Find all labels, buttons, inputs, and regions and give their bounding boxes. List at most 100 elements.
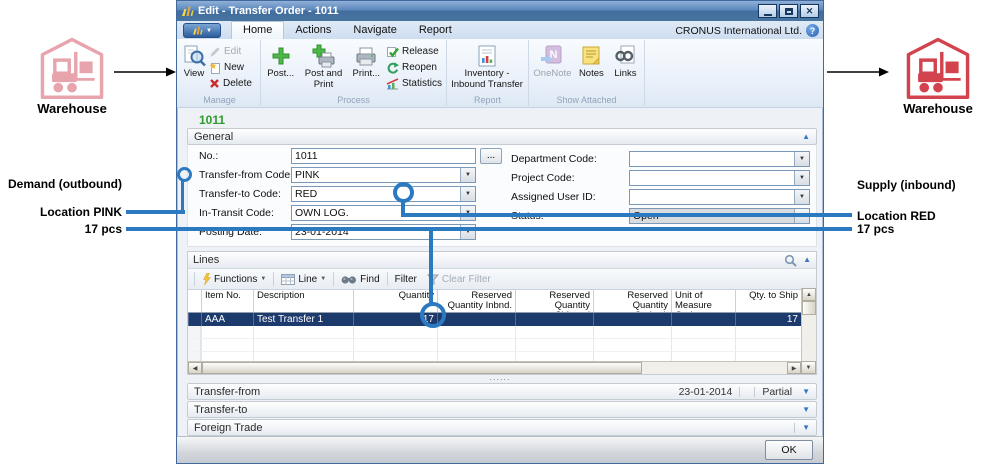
dropdown-icon[interactable]: ▼	[460, 187, 475, 201]
transfer-to-code-field[interactable]: RED▼	[291, 186, 476, 202]
cell-reserved-qty-outbnd[interactable]	[593, 313, 671, 326]
company-name: CRONUS International Ltd.	[675, 25, 802, 37]
cell-description[interactable]: Test Transfer 1	[253, 313, 353, 326]
assigned-user-id-field[interactable]: ▼	[629, 189, 810, 205]
notes-button[interactable]: Notes	[574, 41, 609, 82]
dropdown-icon[interactable]: ▼	[794, 190, 809, 204]
onenote-button[interactable]: N OneNote	[531, 41, 574, 82]
cell-reserved-qty-shipped[interactable]	[515, 313, 593, 326]
ribbon-group-show-attached: N OneNote Notes Links Show Attached	[529, 40, 645, 106]
expand-foreign-trade-icon[interactable]: ▼	[802, 424, 810, 432]
scroll-up-icon[interactable]: ▲	[802, 288, 816, 301]
demand-outbound-label: Demand (outbound)	[0, 177, 122, 191]
collapse-general-icon[interactable]: ▲	[802, 133, 810, 141]
minimize-button[interactable]	[758, 4, 777, 18]
post-and-print-button[interactable]: Post and Print	[298, 41, 348, 92]
title-bar[interactable]: Edit - Transfer Order - 1011 ✕	[177, 1, 823, 21]
ribbon-tab-strip: ▼ Home Actions Navigate Report CRONUS In…	[177, 21, 823, 39]
record-id-heading: 1011	[199, 113, 225, 127]
table-row-empty[interactable]	[188, 339, 816, 352]
tab-report[interactable]: Report	[408, 22, 463, 39]
red-qty-label: 17 pcs	[857, 222, 894, 236]
col-description[interactable]: Description	[253, 290, 353, 312]
maximize-button[interactable]	[779, 4, 798, 18]
no-assist-button[interactable]: ...	[480, 148, 502, 164]
general-fasttab-header[interactable]: General ▲	[187, 128, 817, 145]
minimize-icon	[764, 14, 772, 16]
transfer-to-code-label: Transfer-to Code:	[199, 186, 281, 202]
expand-transfer-from-icon[interactable]: ▼	[802, 388, 810, 396]
screenshot-canvas: Edit - Transfer Order - 1011 ✕ ▼ Home Ac…	[0, 0, 991, 469]
app-logo-icon	[192, 26, 203, 35]
splitter-handle[interactable]: ......	[177, 373, 823, 381]
lines-fasttab-header[interactable]: Lines ▲	[188, 252, 816, 269]
expand-transfer-to-icon[interactable]: ▼	[802, 406, 810, 414]
col-reserved-qty-shipped[interactable]: Reserved Quantity Shipped	[515, 290, 593, 312]
dropdown-icon[interactable]: ▼	[794, 171, 809, 185]
edit-button[interactable]: Edit	[207, 44, 254, 59]
dropdown-icon[interactable]: ▼	[460, 168, 475, 182]
vertical-scroll-thumb[interactable]	[802, 301, 816, 315]
cell-qty-to-ship[interactable]: 17	[735, 313, 801, 326]
search-icon[interactable]	[784, 254, 797, 267]
functions-button[interactable]: Functions ▼	[197, 271, 271, 287]
cell-item-no[interactable]: AAA	[201, 313, 253, 326]
release-icon	[386, 46, 399, 58]
show-attached-group-label: Show Attached	[529, 95, 644, 105]
print-button[interactable]: Print...	[349, 41, 384, 82]
clear-filter-label: Clear Filter	[442, 274, 491, 285]
help-icon[interactable]: ?	[806, 24, 819, 37]
col-item-no[interactable]: Item No.	[201, 290, 253, 312]
col-qty-to-ship[interactable]: Qty. to Ship	[735, 290, 801, 312]
find-label: Find	[360, 274, 379, 285]
cell-reserved-qty-inbnd[interactable]	[437, 313, 515, 326]
release-button[interactable]: Release	[384, 44, 444, 59]
line-button[interactable]: Line ▼	[276, 271, 331, 287]
transfer-from-fasttab[interactable]: Transfer-from 23-01-2014 Partial ▼	[187, 383, 817, 400]
pink-qty-label: 17 pcs	[0, 222, 122, 236]
post-and-print-label: Post and Print	[299, 69, 347, 90]
find-button[interactable]: Find	[336, 271, 384, 287]
project-code-field[interactable]: ▼	[629, 170, 810, 186]
line-label: Line	[298, 274, 317, 285]
transfer-to-fasttab[interactable]: Transfer-to ▼	[187, 401, 817, 418]
delete-button[interactable]: Delete	[207, 76, 254, 91]
links-button[interactable]: Links	[609, 41, 642, 82]
notes-icon	[580, 43, 602, 69]
ok-button[interactable]: OK	[765, 440, 813, 460]
tab-navigate[interactable]: Navigate	[342, 22, 407, 39]
process-group-label: Process	[261, 95, 446, 105]
row-selector[interactable]	[188, 313, 201, 326]
inventory-inbound-transfer-label: Inventory - Inbound Transfer	[450, 69, 524, 90]
close-icon: ✕	[806, 6, 814, 17]
transfer-to-title: Transfer-to	[194, 404, 247, 416]
new-button[interactable]: New	[207, 60, 254, 75]
vertical-scrollbar[interactable]: ▲	[801, 288, 816, 361]
col-reserved-qty-inbnd[interactable]: Reserved Quantity Inbnd.	[437, 290, 515, 312]
tab-actions[interactable]: Actions	[284, 22, 342, 39]
view-button[interactable]: View	[181, 41, 207, 82]
table-row-empty[interactable]	[188, 326, 816, 339]
no-field[interactable]: 1011	[291, 148, 476, 164]
close-button[interactable]: ✕	[800, 4, 819, 18]
notes-label: Notes	[579, 69, 604, 80]
application-menu-button[interactable]: ▼	[183, 23, 221, 38]
dropdown-icon[interactable]: ▼	[794, 152, 809, 166]
statistics-button[interactable]: Statistics	[384, 76, 444, 91]
transfer-from-code-field[interactable]: PINK▼	[291, 167, 476, 183]
inventory-inbound-transfer-button[interactable]: Inventory - Inbound Transfer	[449, 41, 525, 92]
collapse-lines-icon[interactable]: ▲	[803, 256, 811, 264]
reopen-button[interactable]: Reopen	[384, 60, 444, 75]
table-row-selected[interactable]: AAA Test Transfer 1 17 17	[188, 313, 816, 326]
window-title: Edit - Transfer Order - 1011	[198, 5, 339, 17]
ribbon-group-process: Post... Post and Print Print...	[261, 40, 447, 106]
col-reserved-qty-outbnd[interactable]: Reserved Quantity Outbnd.	[593, 290, 671, 312]
col-unit-of-measure[interactable]: Unit of Measure Code	[671, 290, 735, 312]
cell-unit-of-measure[interactable]	[671, 313, 735, 326]
filter-button[interactable]: Filter	[390, 271, 422, 287]
tab-home[interactable]: Home	[231, 21, 284, 39]
department-code-field[interactable]: ▼	[629, 151, 810, 167]
manage-small-buttons: Edit New Delete	[207, 41, 254, 91]
foreign-trade-fasttab[interactable]: Foreign Trade ▼	[187, 419, 817, 436]
post-button[interactable]: Post...	[263, 41, 298, 82]
